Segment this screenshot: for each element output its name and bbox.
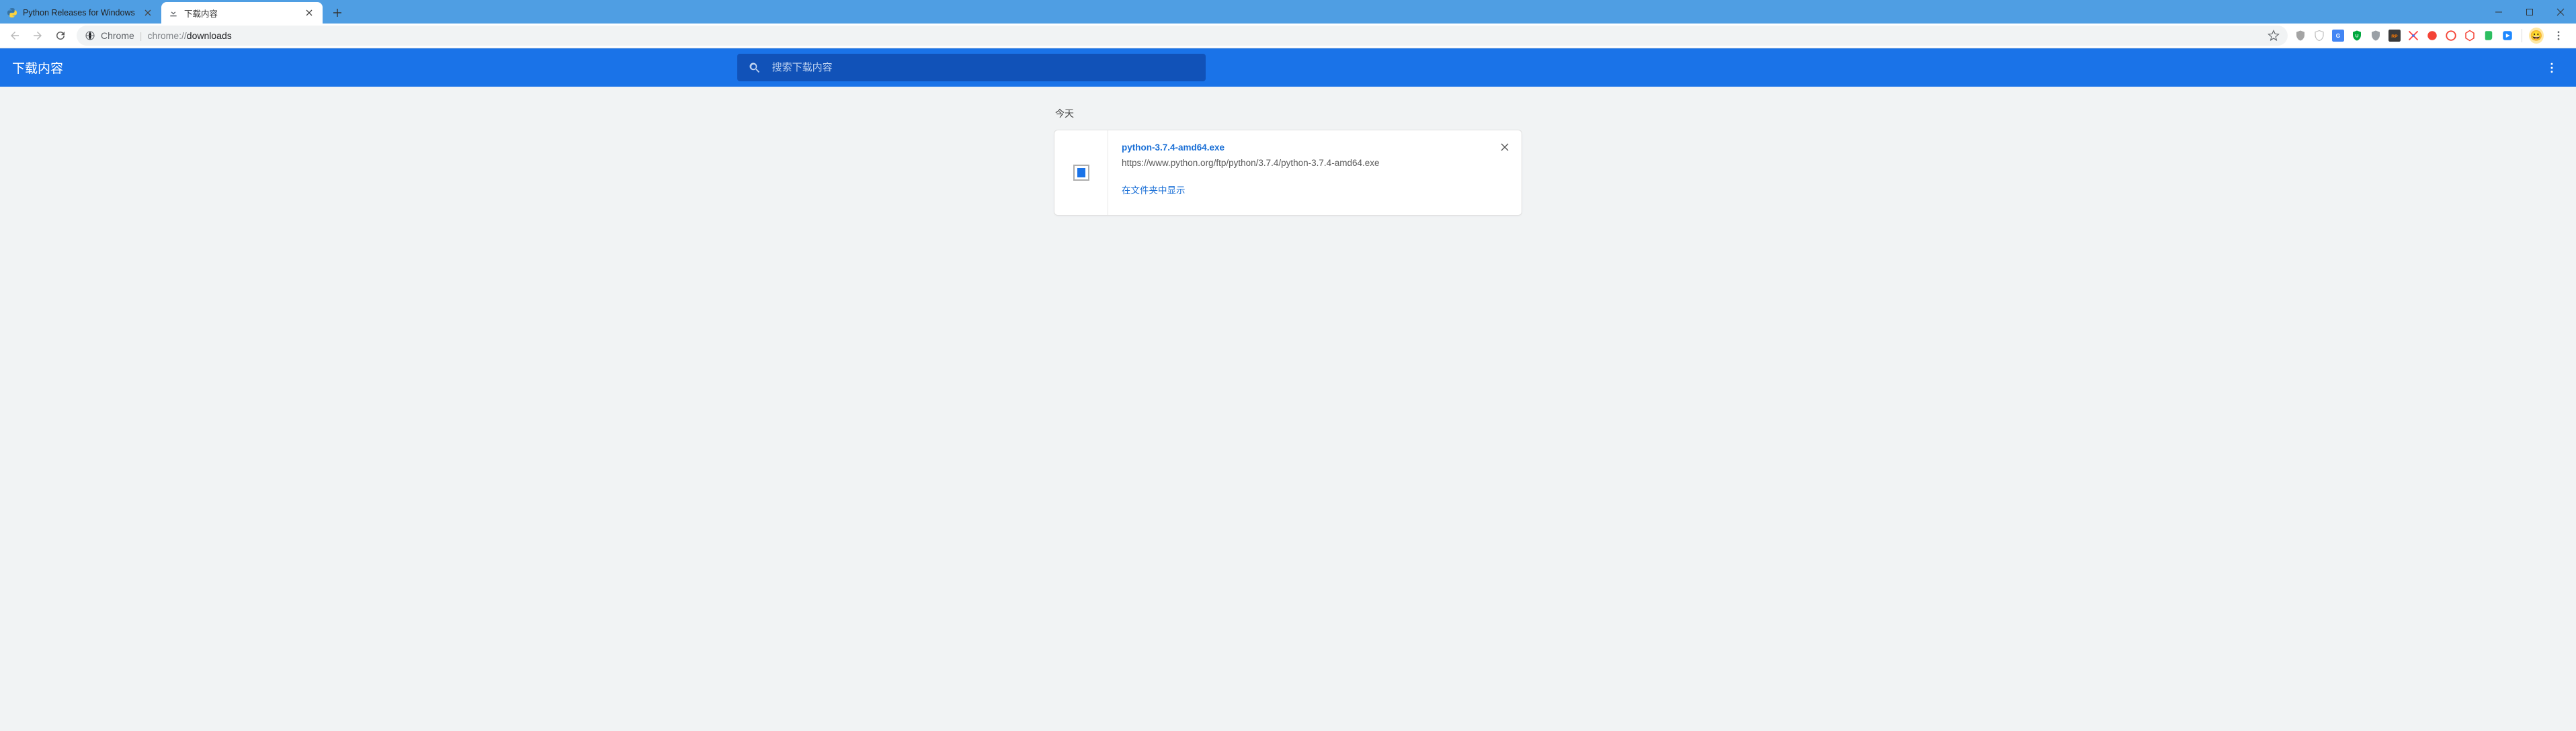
downloads-body: 今天 python-3.7.4-amd64.exe https://www.py… xyxy=(1054,87,1522,232)
nav-reload-button[interactable] xyxy=(50,25,71,46)
python-icon xyxy=(7,7,17,18)
window-controls xyxy=(2483,0,2576,24)
window-close-button[interactable] xyxy=(2545,0,2576,24)
tab-close-0[interactable] xyxy=(142,7,153,18)
shield-outline-icon[interactable] xyxy=(2312,28,2327,43)
url-text: chrome://downloads xyxy=(147,30,2262,41)
blue-square-icon[interactable] xyxy=(2500,28,2515,43)
browser-tab-0[interactable]: Python Releases for Windows xyxy=(0,2,161,24)
svg-text:U: U xyxy=(2356,34,2359,38)
address-bar[interactable]: Chrome | chrome://downloads xyxy=(77,26,2288,46)
gtranslate-icon[interactable]: G xyxy=(2331,28,2345,43)
download-filename[interactable]: python-3.7.4-amd64.exe xyxy=(1122,142,1511,153)
window-maximize-button[interactable] xyxy=(2514,0,2545,24)
browser-menu-button[interactable] xyxy=(2548,25,2569,46)
site-info-icon[interactable] xyxy=(85,30,95,41)
tab-title-0: Python Releases for Windows xyxy=(23,8,137,17)
svg-text:G: G xyxy=(2336,33,2340,39)
shield-gray-icon[interactable] xyxy=(2293,28,2308,43)
new-tab-button[interactable] xyxy=(328,3,347,22)
remove-download-button[interactable] xyxy=(1497,140,1512,155)
file-icon xyxy=(1073,165,1089,181)
rp-icon[interactable]: RP xyxy=(2387,28,2402,43)
downloads-search-input[interactable] xyxy=(772,62,1195,73)
xmind-icon[interactable] xyxy=(2406,28,2421,43)
tab-close-1[interactable] xyxy=(304,7,315,18)
download-icon xyxy=(168,7,179,18)
download-url: https://www.python.org/ftp/python/3.7.4/… xyxy=(1122,158,1511,168)
page-title: 下载内容 xyxy=(12,58,63,77)
evernote-icon[interactable] xyxy=(2481,28,2496,43)
shield-dark-icon[interactable] xyxy=(2368,28,2383,43)
downloads-page: 下载内容 今天 python-3.7.4-amd64.exe https://w… xyxy=(0,48,2576,731)
download-thumbnail xyxy=(1054,130,1108,215)
circle-red2-icon[interactable] xyxy=(2444,28,2458,43)
download-item: python-3.7.4-amd64.exe https://www.pytho… xyxy=(1054,130,1522,216)
show-in-folder-link[interactable]: 在文件夹中显示 xyxy=(1122,183,1511,196)
profile-avatar[interactable]: 😀 xyxy=(2529,28,2544,43)
svg-text:RP: RP xyxy=(2391,34,2398,39)
circle-red1-icon[interactable] xyxy=(2425,28,2440,43)
browser-tab-1[interactable]: 下载内容 xyxy=(161,2,323,24)
nav-back-button[interactable] xyxy=(4,25,26,46)
hex-red-icon[interactable] xyxy=(2462,28,2477,43)
bookmark-star-icon[interactable] xyxy=(2268,30,2280,42)
extensions-row: G U RP 😀 xyxy=(2293,25,2572,46)
browser-toolbar: Chrome | chrome://downloads G U RP 😀 xyxy=(0,24,2576,48)
tab-title-1: 下载内容 xyxy=(184,7,298,19)
search-icon xyxy=(748,61,761,75)
window-minimize-button[interactable] xyxy=(2483,0,2514,24)
window-titlebar: Python Releases for Windows 下载内容 xyxy=(0,0,2576,24)
ublock-icon[interactable]: U xyxy=(2350,28,2364,43)
downloads-search-box[interactable] xyxy=(737,54,1206,81)
downloads-menu-button[interactable] xyxy=(2540,56,2564,80)
nav-forward-button[interactable] xyxy=(27,25,48,46)
section-label-today: 今天 xyxy=(1055,107,1522,120)
browser-name: Chrome xyxy=(101,30,134,41)
downloads-header: 下载内容 xyxy=(0,48,2576,87)
